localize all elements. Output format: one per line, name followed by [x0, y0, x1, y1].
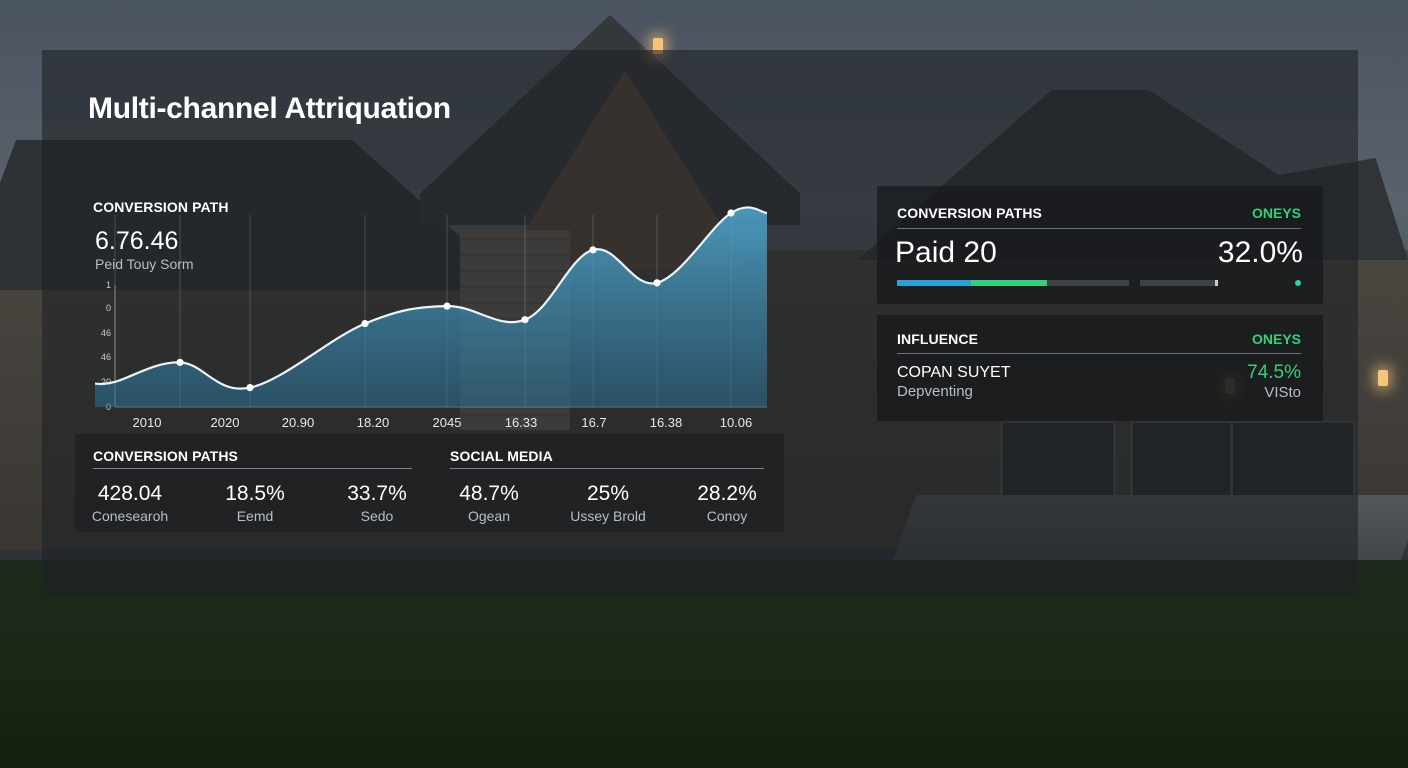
stat-label: Eemd — [236, 508, 274, 524]
x-tick-label: 2010 — [133, 415, 162, 430]
progress-segment-blue — [897, 280, 971, 286]
stat-item: 48.7% Ogean — [429, 482, 549, 524]
page-title: Multi-channel Attriquation — [88, 92, 451, 125]
divider — [450, 468, 764, 469]
progress-end-dot — [1295, 280, 1301, 286]
influence-row-value-sub: VISto — [1264, 384, 1301, 401]
channel-progress-bar — [897, 280, 1301, 286]
data-point[interactable] — [176, 358, 184, 366]
data-point[interactable] — [246, 384, 254, 392]
stat-value: 28.2% — [697, 482, 757, 505]
progress-segment-grey — [1140, 280, 1215, 286]
influence-card: INFLUENCE ONEYS COPAN SUYET Depventing 7… — [877, 315, 1323, 421]
card-header: CONVERSION PATHS — [897, 205, 1042, 221]
stat-value: 25% — [586, 482, 630, 505]
conversion-area-chart: 104646200 2010202020.9018.20204516.3316.… — [95, 206, 768, 430]
data-point[interactable] — [589, 246, 597, 254]
stat-item: 428.04 Conesearoh — [70, 482, 190, 524]
stat-label: Conesearoh — [91, 508, 169, 524]
conversion-paths-panel: CONVERSION PATHS 428.04 Conesearoh 18.5%… — [75, 434, 432, 532]
influence-row-label: COPAN SUYET — [897, 364, 1011, 381]
influence-row-value: 74.5% — [1247, 362, 1301, 383]
stat-value: 18.5% — [225, 482, 285, 505]
divider — [897, 353, 1301, 354]
y-tick-label: 46 — [101, 352, 111, 362]
x-tick-label: 10.06 — [720, 415, 753, 430]
x-tick-label: 16.33 — [505, 415, 538, 430]
progress-segment-green — [971, 280, 1047, 286]
x-tick-label: 16.38 — [650, 415, 683, 430]
lamp-light — [1378, 370, 1388, 386]
stat-label: Ussey Brold — [570, 508, 646, 524]
stat-value: 33.7% — [347, 482, 407, 505]
data-point[interactable] — [653, 279, 661, 287]
stat-item: 28.2% Conoy — [667, 482, 787, 524]
y-tick-label: 46 — [101, 328, 111, 338]
panel-header: SOCIAL MEDIA — [450, 448, 553, 464]
stat-label: Ogean — [467, 508, 511, 524]
x-tick-label: 16.7 — [581, 415, 606, 430]
stat-value: 428.04 — [97, 482, 163, 505]
panel-header: CONVERSION PATHS — [93, 448, 238, 464]
y-tick-label: 0 — [106, 303, 111, 313]
data-point[interactable] — [727, 209, 735, 217]
stat-label: Sedo — [360, 508, 394, 524]
card-tag[interactable]: ONEYS — [1252, 205, 1301, 221]
data-point[interactable] — [521, 316, 529, 324]
y-tick-label: 1 — [106, 280, 111, 290]
influence-row-sub: Depventing — [897, 383, 973, 400]
divider — [93, 468, 412, 469]
channel-percent: 32.0% — [1217, 236, 1303, 269]
x-tick-label: 2020 — [211, 415, 240, 430]
data-point[interactable] — [443, 302, 451, 310]
stat-item: 25% Ussey Brold — [548, 482, 668, 524]
x-tick-label: 2045 — [433, 415, 462, 430]
stat-label: Conoy — [706, 508, 748, 524]
progress-marker — [1215, 280, 1218, 286]
card-header: INFLUENCE — [897, 331, 979, 347]
stat-item: 33.7% Sedo — [317, 482, 437, 524]
conversion-paths-card: CONVERSION PATHS ONEYS Paid 20 32.0% — [877, 186, 1323, 304]
divider — [897, 228, 1301, 229]
progress-segment-grey — [1047, 280, 1129, 286]
data-point[interactable] — [361, 319, 369, 328]
stat-item: 18.5% Eemd — [195, 482, 315, 524]
x-tick-label: 20.90 — [282, 415, 315, 430]
x-tick-label: 18.20 — [357, 415, 390, 430]
card-tag[interactable]: ONEYS — [1252, 331, 1301, 347]
stat-value: 48.7% — [459, 482, 519, 505]
channel-value: Paid 20 — [895, 236, 997, 269]
social-media-panel: SOCIAL MEDIA 48.7% Ogean 25% Ussey Brold… — [432, 434, 784, 532]
